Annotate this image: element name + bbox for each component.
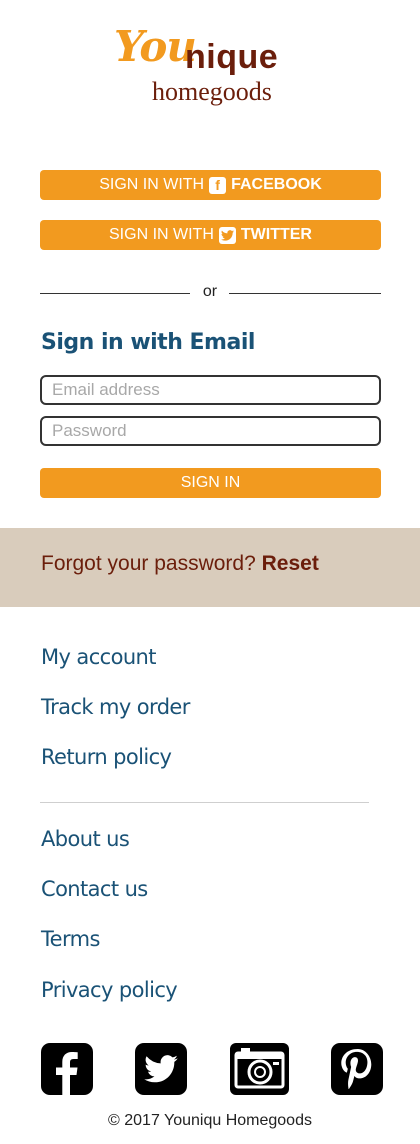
footer-link-return-policy[interactable]: Return policy: [41, 745, 172, 769]
footer-link-terms[interactable]: Terms: [41, 927, 100, 951]
twitter-signin-prefix: SIGN IN WITH: [109, 226, 214, 243]
footer-divider: [40, 802, 369, 803]
logo-text-nique: nique: [185, 38, 279, 76]
footer-link-my-account[interactable]: My account: [41, 645, 156, 669]
footer-link-about-us[interactable]: About us: [41, 827, 130, 851]
footer-link-track-order[interactable]: Track my order: [41, 695, 190, 719]
twitter-signin-label: TWITTER: [240, 226, 312, 243]
copyright-text: © 2017 Youniqu Homegoods: [108, 1112, 312, 1129]
logo-text-you: You: [114, 22, 197, 71]
facebook-signin-label: FACEBOOK: [231, 176, 322, 193]
camera-icon[interactable]: [230, 1043, 289, 1095]
reset-password-link[interactable]: Reset: [262, 552, 319, 575]
forgot-password-band: Forgot your password? Reset: [0, 528, 420, 607]
facebook-signin-button[interactable]: SIGN IN WITH f FACEBOOK: [40, 170, 381, 200]
pinterest-icon[interactable]: [331, 1043, 383, 1095]
divider-line-right: [229, 293, 381, 294]
or-divider-text: or: [202, 283, 218, 300]
facebook-signin-prefix: SIGN IN WITH: [99, 176, 205, 193]
footer-link-contact-us[interactable]: Contact us: [41, 877, 148, 901]
twitter-icon[interactable]: [135, 1043, 187, 1095]
divider-line-left: [40, 293, 190, 294]
sign-in-label: SIGN IN: [180, 474, 241, 491]
footer-link-privacy-policy[interactable]: Privacy policy: [41, 978, 178, 1002]
email-signin-title: Sign in with Email: [41, 330, 255, 355]
brand-logo[interactable]: You nique homegoods: [0, 22, 420, 112]
sign-in-button[interactable]: SIGN IN: [40, 468, 381, 498]
facebook-icon[interactable]: [41, 1043, 93, 1095]
twitter-signin-button[interactable]: SIGN IN WITH TWITTER: [40, 220, 381, 250]
email-field[interactable]: [40, 375, 381, 405]
forgot-password-question: Forgot your password?: [41, 552, 256, 575]
logo-text-homegoods: homegoods: [152, 77, 272, 106]
password-field[interactable]: [40, 416, 381, 446]
twitter-icon: [218, 226, 236, 244]
forgot-password-text: Forgot your password? Reset: [41, 552, 319, 576]
facebook-icon: f: [209, 176, 227, 194]
